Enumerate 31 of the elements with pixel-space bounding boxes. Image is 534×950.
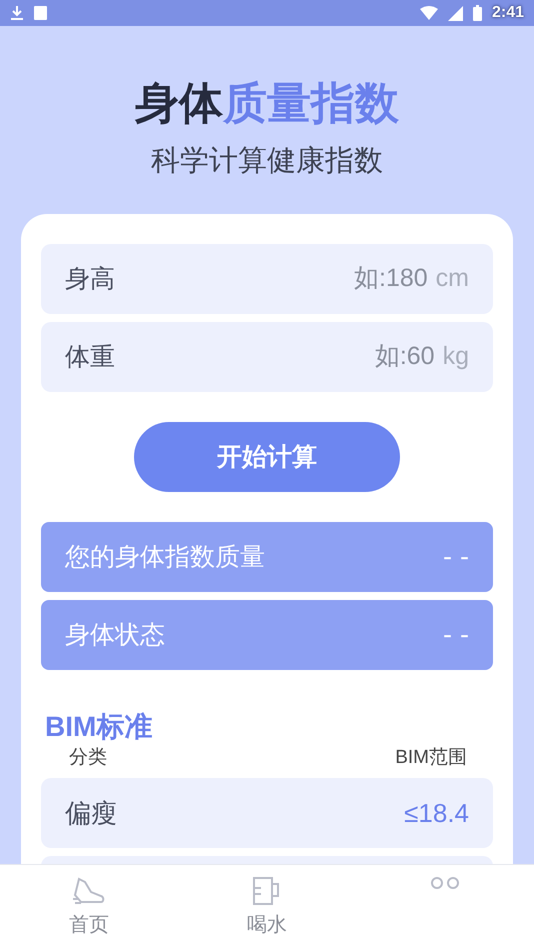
battery-icon <box>472 5 482 21</box>
section-title: BIM标准 <box>45 712 154 742</box>
title-text: 身体 <box>135 78 223 131</box>
category-cell-text: 偏瘦 <box>65 798 117 831</box>
field-label: 体重 <box>65 341 115 374</box>
result-label: 身体状态 <box>65 619 165 652</box>
sneaker-icon <box>71 875 107 907</box>
calculate-button[interactable]: 开始计算 <box>134 422 400 492</box>
clock-time: 2:41 <box>492 4 524 22</box>
measurement-field[interactable]: 身高 如:180 cm <box>41 244 493 314</box>
result-label: 您的身体指数质量 <box>65 541 265 574</box>
title-accent-text: 质量指数 <box>223 78 399 131</box>
result-value: - - <box>443 620 469 650</box>
column-header: BIM范围 <box>395 746 467 770</box>
subtitle: 科学计算健康指数 <box>151 142 383 178</box>
wifi-icon <box>420 6 438 20</box>
nav-item[interactable]: 喝水 <box>247 911 287 938</box>
unit-label: kg <box>442 342 469 372</box>
signal-icon <box>448 6 463 20</box>
circles-icon <box>428 875 462 889</box>
app-icon <box>34 6 47 20</box>
field-label: 身高 <box>65 263 115 296</box>
download-icon <box>10 5 24 21</box>
measurement-field[interactable]: 体重 如:60 kg <box>41 322 493 392</box>
column-header: 分类 <box>69 746 107 770</box>
result-value: - - <box>443 542 469 572</box>
unit-label: cm <box>436 264 469 294</box>
nav-item[interactable]: 首页 <box>69 911 109 938</box>
range-cell: ≤18.4 <box>404 798 469 829</box>
input-field[interactable]: 如:180 <box>115 264 428 294</box>
input-field[interactable]: 如:60 <box>115 342 435 372</box>
